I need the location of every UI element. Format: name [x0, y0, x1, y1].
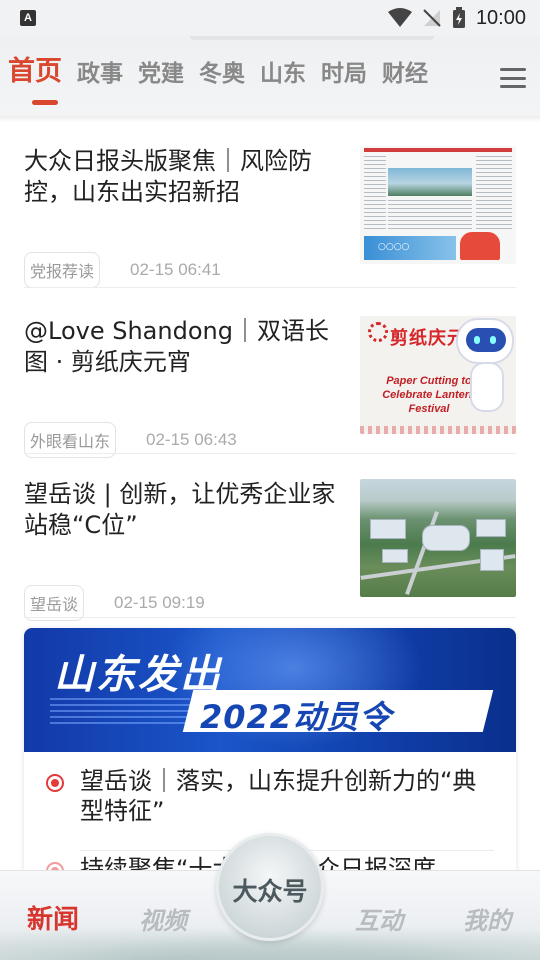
article-time: 02-15 06:41: [130, 260, 221, 279]
bullet-icon: [46, 774, 64, 792]
topic-list-item[interactable]: 望岳谈｜落实，山东提升创新力的“典型特征”: [46, 766, 496, 826]
article-meta: 党报荐读 02-15 06:41: [24, 252, 221, 288]
article-title: @Love Shandong｜双语长图 · 剪纸庆元宵: [24, 317, 329, 376]
no-signal-icon: [423, 9, 441, 27]
status-bar: A 10:00: [0, 0, 540, 36]
tab-finance[interactable]: 财经: [382, 61, 428, 89]
wifi-icon: [387, 8, 412, 27]
nav-mine[interactable]: 我的: [463, 901, 511, 936]
article-title: 大众日报头版聚焦｜风险防控，山东出实招新招: [24, 147, 312, 206]
status-icons: 10:00: [387, 6, 526, 30]
banner-subtitle: 2022动员令: [200, 698, 393, 736]
tab-winter-olympics[interactable]: 冬奥: [199, 61, 245, 89]
article-meta: 望岳谈 02-15 09:19: [24, 585, 205, 621]
battery-charging-icon: [452, 7, 465, 28]
dazhong-center-button[interactable]: 大众号: [216, 833, 324, 941]
article-item[interactable]: 望岳谈 | 创新，让优秀企业家站稳“C位” 望岳谈 02-15 09:19: [24, 479, 516, 621]
clock: 10:00: [475, 6, 526, 29]
top-nav: 首页 政事 党建 冬奥 山东 时局 财经: [0, 36, 540, 116]
article-thumbnail: 剪纸庆元宵 Paper Cutting to Celebrate Lantern…: [360, 316, 516, 434]
article-thumbnail: ○○○○: [360, 146, 516, 264]
channel-tabs: 首页 政事 党建 冬奥 山东 时局 财经: [8, 56, 443, 106]
center-button-label: 大众号: [232, 877, 308, 906]
article-item[interactable]: @Love Shandong｜双语长图 · 剪纸庆元宵 外眼看山东 02-15 …: [24, 316, 516, 458]
article-time: 02-15 06:43: [146, 430, 237, 449]
app-notification-icon: A: [20, 10, 36, 26]
top-handle: [190, 36, 434, 40]
topic-banner[interactable]: 山东发出 2022动员令: [24, 628, 516, 752]
news-feed: 大众日报头版聚焦｜风险防控，山东出实招新招 党报荐读 02-15 06:41 ○…: [0, 116, 540, 876]
tab-current-affairs[interactable]: 时局: [321, 61, 367, 89]
source-tag[interactable]: 望岳谈: [24, 585, 85, 621]
tab-shandong[interactable]: 山东: [260, 61, 306, 89]
article-time: 02-15 09:19: [114, 593, 205, 612]
nav-video[interactable]: 视频: [139, 901, 187, 936]
article-title: 望岳谈 | 创新，让优秀企业家站稳“C位”: [24, 480, 336, 539]
topic-item-text: 望岳谈｜落实，山东提升创新力的“典型特征”: [80, 767, 477, 825]
nav-interact[interactable]: 互动: [355, 901, 403, 936]
source-tag[interactable]: 党报荐读: [24, 252, 101, 288]
tab-party[interactable]: 党建: [138, 61, 184, 89]
menu-icon[interactable]: [500, 68, 526, 88]
article-item[interactable]: 大众日报头版聚焦｜风险防控，山东出实招新招 党报荐读 02-15 06:41 ○…: [24, 146, 516, 288]
robot-mascot-icon: [470, 362, 504, 412]
tab-home[interactable]: 首页: [8, 56, 62, 106]
article-thumbnail: [360, 479, 516, 597]
tab-politics[interactable]: 政事: [77, 61, 123, 89]
nav-news[interactable]: 新闻: [27, 899, 79, 936]
bottom-nav: 新闻 视频 大众号 互动 我的: [0, 833, 540, 960]
